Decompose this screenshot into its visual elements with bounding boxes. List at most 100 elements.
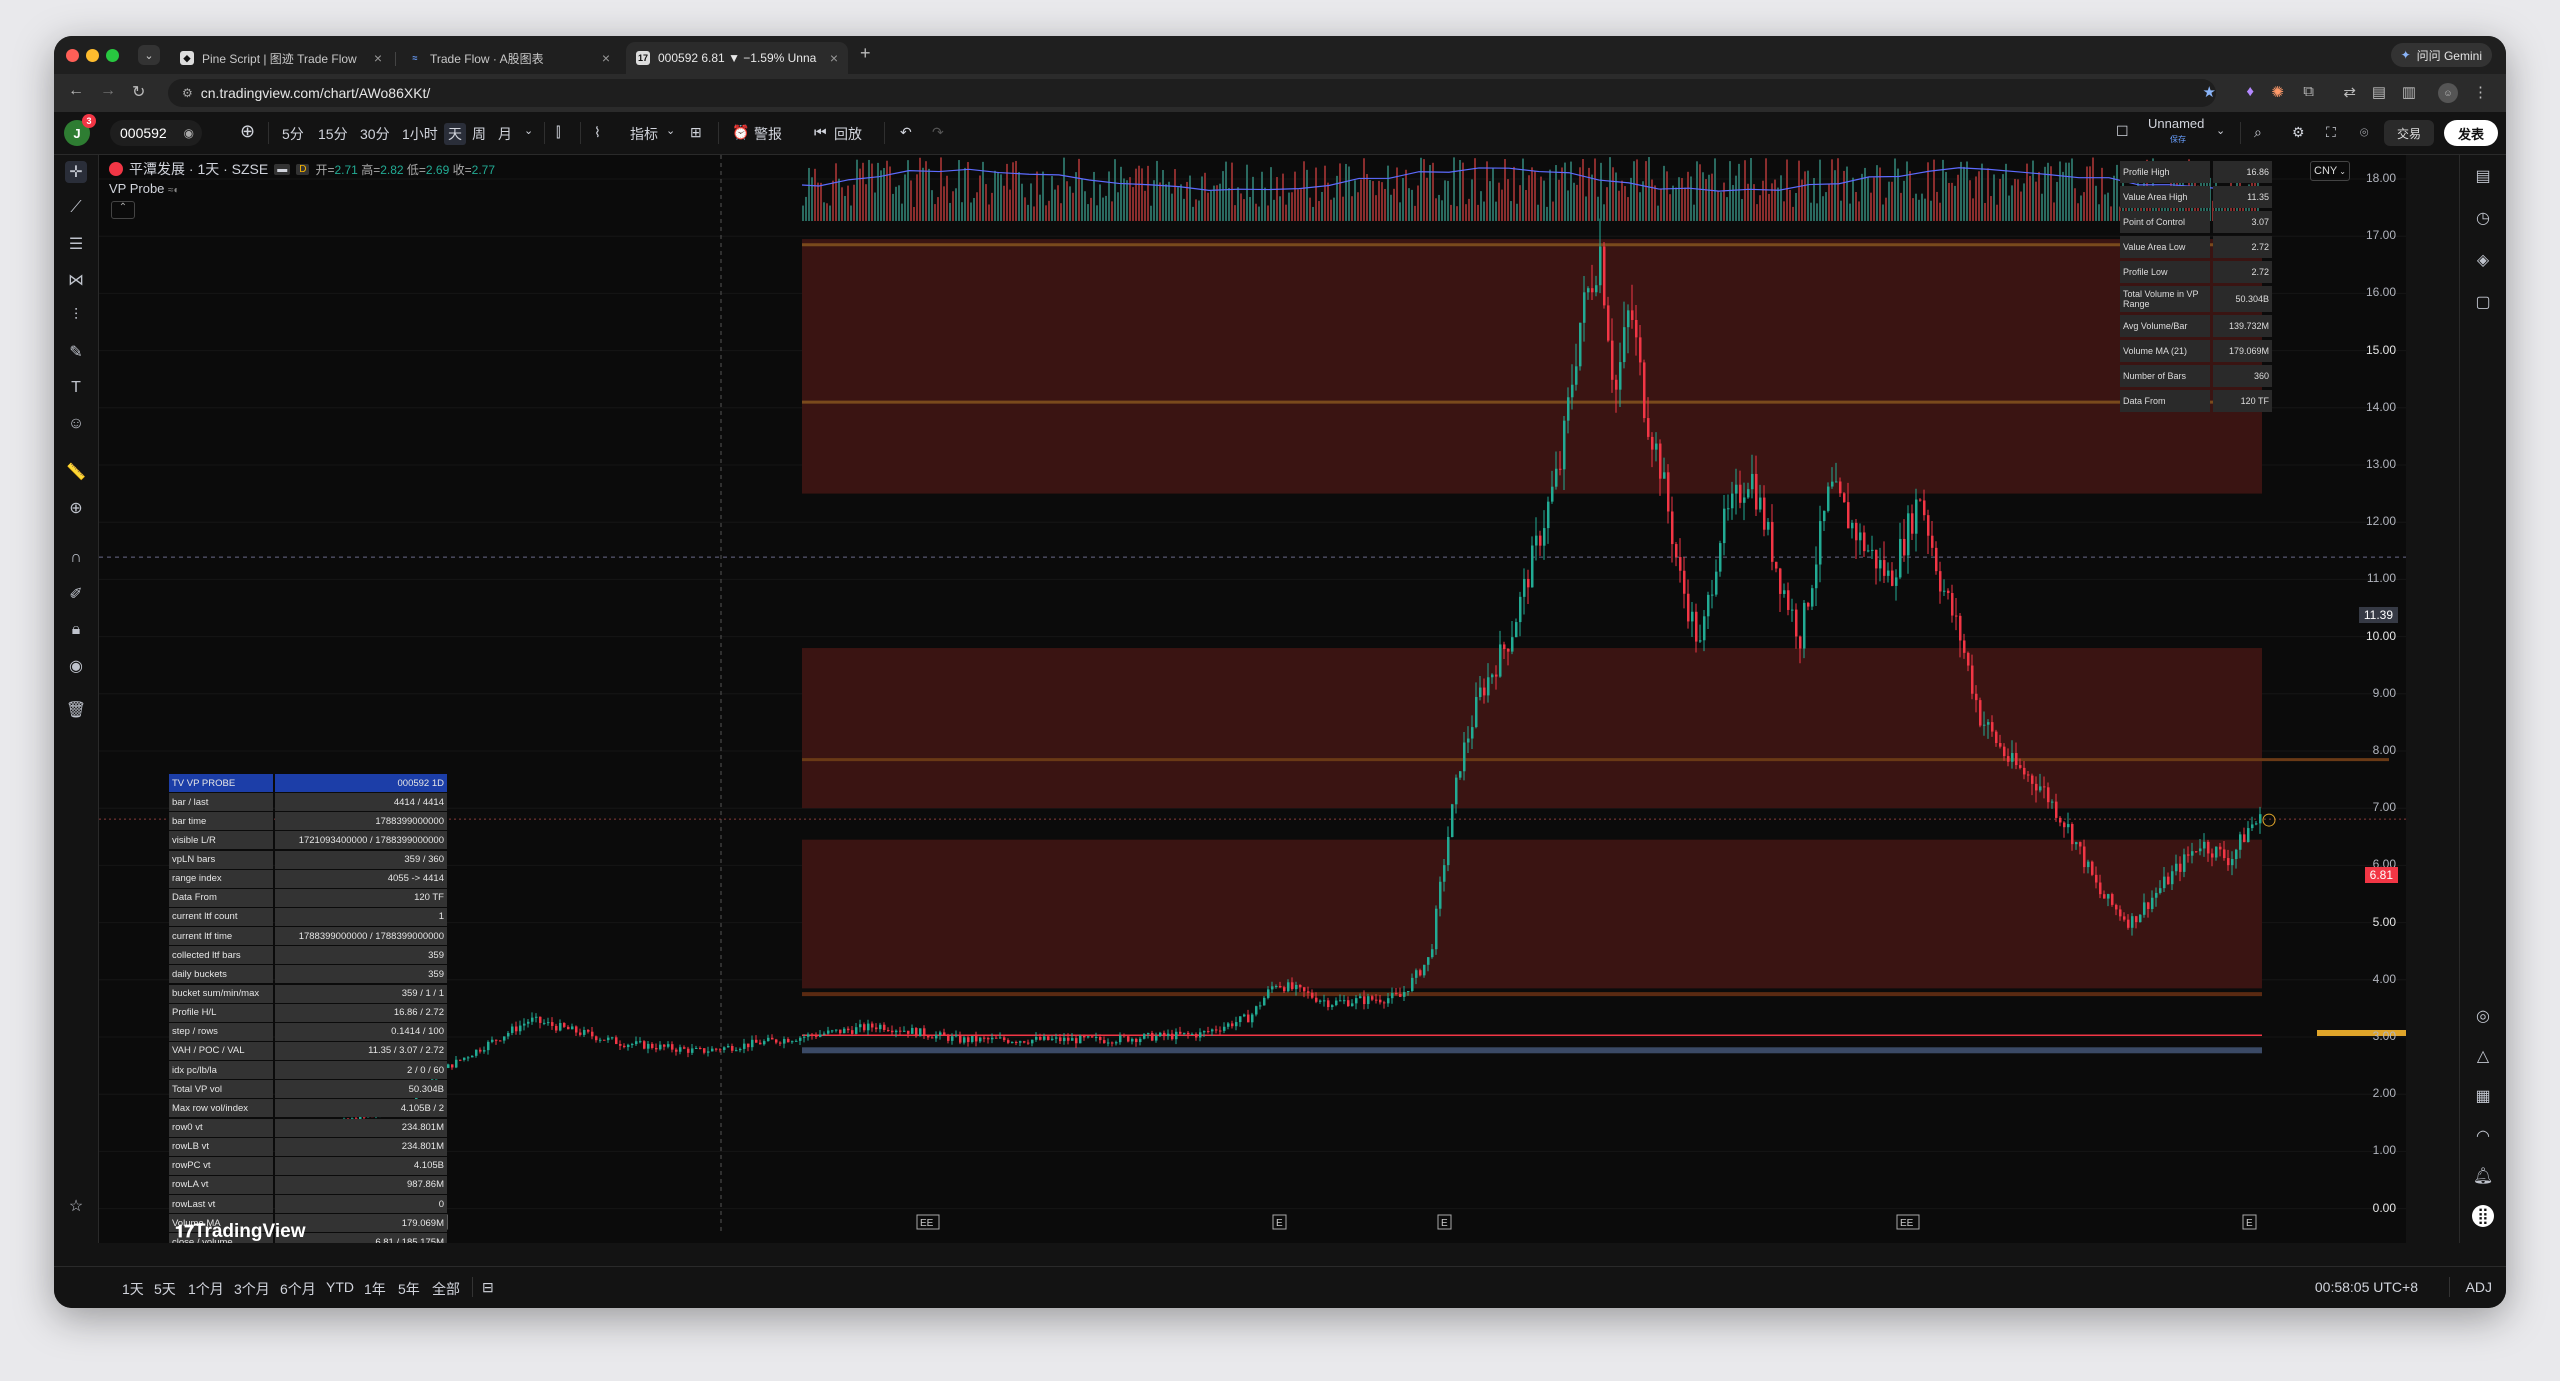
close-tab-icon[interactable]: × bbox=[602, 50, 610, 66]
user-avatar[interactable]: J 3 bbox=[64, 114, 96, 146]
pattern-tool-icon[interactable]: ⋈ bbox=[65, 269, 87, 291]
range-3m[interactable]: 3个月 bbox=[234, 1279, 270, 1299]
range-ytd[interactable]: YTD bbox=[326, 1279, 354, 1295]
compare-eye-icon[interactable]: ◉ bbox=[184, 126, 194, 140]
broadcast-icon[interactable]: ◠ bbox=[2472, 1125, 2494, 1147]
layout-dropdown-icon[interactable]: ⌄ bbox=[2216, 124, 2225, 137]
fib-tool-icon[interactable]: ☰ bbox=[65, 233, 87, 255]
adjust-toggle[interactable]: ADJ bbox=[2466, 1279, 2492, 1295]
indicator-settings-icon[interactable]: ≈◐ bbox=[168, 185, 180, 196]
clock-timezone[interactable]: 00:58:05 UTC+8 bbox=[2315, 1279, 2418, 1295]
stay-drawing-icon[interactable]: ✐ bbox=[65, 583, 87, 605]
forward-icon[interactable]: → bbox=[100, 82, 116, 100]
goto-date-icon[interactable]: ⊟ bbox=[482, 1279, 494, 1296]
back-icon[interactable]: ← bbox=[68, 82, 84, 100]
indicator-name[interactable]: VP Probe bbox=[109, 181, 164, 196]
prediction-tool-icon[interactable]: ⫶ bbox=[65, 305, 87, 327]
alert-icon[interactable]: ⏰ bbox=[732, 124, 749, 141]
quick-search-icon[interactable]: ⌕ bbox=[2254, 124, 2262, 141]
alert-button[interactable]: 警报 bbox=[754, 124, 782, 144]
indicators-button[interactable]: 指标 bbox=[630, 124, 658, 144]
site-info-icon[interactable]: ⚙ bbox=[182, 86, 193, 100]
calendar-icon[interactable]: ▦ bbox=[2472, 1085, 2494, 1107]
gemini-button[interactable]: ✦ 问问 Gemini bbox=[2390, 43, 2492, 67]
emoji-tool-icon[interactable]: ☺ bbox=[65, 413, 87, 435]
url-input[interactable]: ⚙ cn.tradingview.com/chart/AWo86XKt/ bbox=[168, 79, 2216, 107]
extension-2-icon[interactable]: ✺ bbox=[2271, 83, 2284, 101]
candle-type-icon[interactable]: ⫿ bbox=[556, 124, 560, 141]
extension-1-icon[interactable]: ♦ bbox=[2246, 83, 2254, 100]
indicators-icon[interactable]: ⌇ bbox=[594, 124, 601, 141]
layout-name[interactable]: Unnamed bbox=[2148, 116, 2204, 131]
chart-pane[interactable]: EEEEEEEE 平潭发展 · 1天 · SZSE ▬ D 开=2.71 高=2… bbox=[99, 155, 2406, 1243]
interval-1h[interactable]: 1小时 bbox=[402, 124, 438, 144]
apps-grid-icon[interactable]: ⣿ bbox=[2472, 1205, 2494, 1227]
browser-menu-icon[interactable]: ⋮ bbox=[2473, 83, 2488, 101]
interval-dropdown-icon[interactable]: ⌄ bbox=[524, 124, 533, 137]
trendline-tool-icon[interactable]: ⟋ bbox=[65, 197, 87, 219]
trash-icon[interactable]: 🗑︎ bbox=[65, 699, 87, 721]
publish-button[interactable]: 发表 bbox=[2444, 120, 2498, 146]
lock-drawings-icon[interactable]: 🔒︎ bbox=[65, 619, 87, 641]
interval-15m[interactable]: 15分 bbox=[318, 124, 348, 144]
settings-gear-icon[interactable]: ⚙ bbox=[2292, 124, 2305, 141]
translate-icon[interactable]: ⇄ bbox=[2343, 83, 2356, 101]
extensions-icon[interactable]: ⧉ bbox=[2303, 83, 2314, 100]
close-tab-icon[interactable]: × bbox=[830, 50, 838, 66]
undo-icon[interactable]: ↶ bbox=[900, 124, 912, 141]
range-1m[interactable]: 1个月 bbox=[188, 1279, 224, 1299]
text-tool-icon[interactable]: T bbox=[65, 377, 87, 399]
replay-icon[interactable]: ⏮ bbox=[814, 124, 827, 141]
watchlist-icon[interactable]: ▤ bbox=[2472, 165, 2494, 187]
interval-5m[interactable]: 5分 bbox=[282, 124, 304, 144]
browser-tab-1[interactable]: ◆ Pine Script | 图迹 Trade Flow × bbox=[170, 42, 392, 74]
layers-icon[interactable]: ◈ bbox=[2472, 249, 2494, 271]
zoom-tool-icon[interactable]: ⊕ bbox=[65, 497, 87, 519]
close-window-button[interactable] bbox=[66, 49, 79, 62]
range-6m[interactable]: 6个月 bbox=[280, 1279, 316, 1299]
interval-1M[interactable]: 月 bbox=[498, 124, 512, 144]
range-1y[interactable]: 1年 bbox=[364, 1279, 386, 1299]
hide-drawings-icon[interactable]: ◉ bbox=[65, 655, 87, 677]
symbol-search-input[interactable]: 000592 ◉ bbox=[110, 120, 202, 146]
redo-icon[interactable]: ↷ bbox=[932, 124, 944, 141]
bookmark-star-icon[interactable]: ★ bbox=[2203, 83, 2216, 101]
snapshot-camera-icon[interactable]: ⌾ bbox=[2360, 124, 2368, 141]
target-icon[interactable]: ◎ bbox=[2472, 1005, 2494, 1027]
watchlist-star-icon[interactable]: ☆ bbox=[65, 1195, 87, 1217]
add-symbol-icon[interactable]: ⊕ bbox=[240, 121, 255, 142]
indicators-dropdown-icon[interactable]: ⌄ bbox=[666, 124, 675, 137]
close-tab-icon[interactable]: × bbox=[374, 50, 382, 66]
side-panel-icon[interactable]: ▥ bbox=[2402, 83, 2416, 101]
minimize-window-button[interactable] bbox=[86, 49, 99, 62]
collapse-legend-icon[interactable]: ⌃ bbox=[111, 201, 135, 219]
new-tab-icon[interactable]: + bbox=[860, 43, 871, 64]
brush-tool-icon[interactable]: ✎ bbox=[65, 341, 87, 363]
replay-button[interactable]: 回放 bbox=[834, 124, 862, 144]
alerts-clock-icon[interactable]: ◷ bbox=[2472, 207, 2494, 229]
zoom-window-button[interactable] bbox=[106, 49, 119, 62]
range-1d[interactable]: 1天 bbox=[122, 1279, 144, 1299]
currency-select[interactable]: CNY ⌄ bbox=[2310, 161, 2350, 181]
browser-tab-2[interactable]: ≈ Trade Flow · A股图表 × bbox=[398, 42, 620, 74]
chat-icon[interactable]: ▢ bbox=[2472, 291, 2494, 313]
trade-button[interactable]: 交易 bbox=[2384, 120, 2434, 146]
reload-icon[interactable]: ↻ bbox=[132, 82, 145, 102]
fullscreen-icon[interactable]: ⛶ bbox=[2326, 124, 2336, 141]
interval-30m[interactable]: 30分 bbox=[360, 124, 390, 144]
range-5d[interactable]: 5天 bbox=[154, 1279, 176, 1299]
interval-1w[interactable]: 周 bbox=[472, 124, 486, 144]
browser-tab-3[interactable]: 17 000592 6.81 ▼ −1.59% Unna × bbox=[626, 42, 848, 74]
layout-checkbox-icon[interactable]: ☐ bbox=[2116, 123, 2129, 140]
interval-1d[interactable]: 天 bbox=[444, 123, 466, 145]
tab-search-icon[interactable]: ⌄ bbox=[138, 45, 160, 65]
magnet-tool-icon[interactable]: ∩ bbox=[65, 547, 87, 569]
crosshair-tool-icon[interactable]: ✛ bbox=[65, 161, 87, 183]
ideas-icon[interactable]: △ bbox=[2472, 1045, 2494, 1067]
ruler-tool-icon[interactable]: 📏 bbox=[65, 461, 87, 483]
range-5y[interactable]: 5年 bbox=[398, 1279, 420, 1299]
eye-badge-icon[interactable]: ▬ bbox=[274, 163, 291, 175]
tab-groups-icon[interactable]: ▤ bbox=[2372, 83, 2386, 101]
templates-icon[interactable]: ⊞ bbox=[690, 124, 702, 141]
range-all[interactable]: 全部 bbox=[432, 1279, 460, 1299]
